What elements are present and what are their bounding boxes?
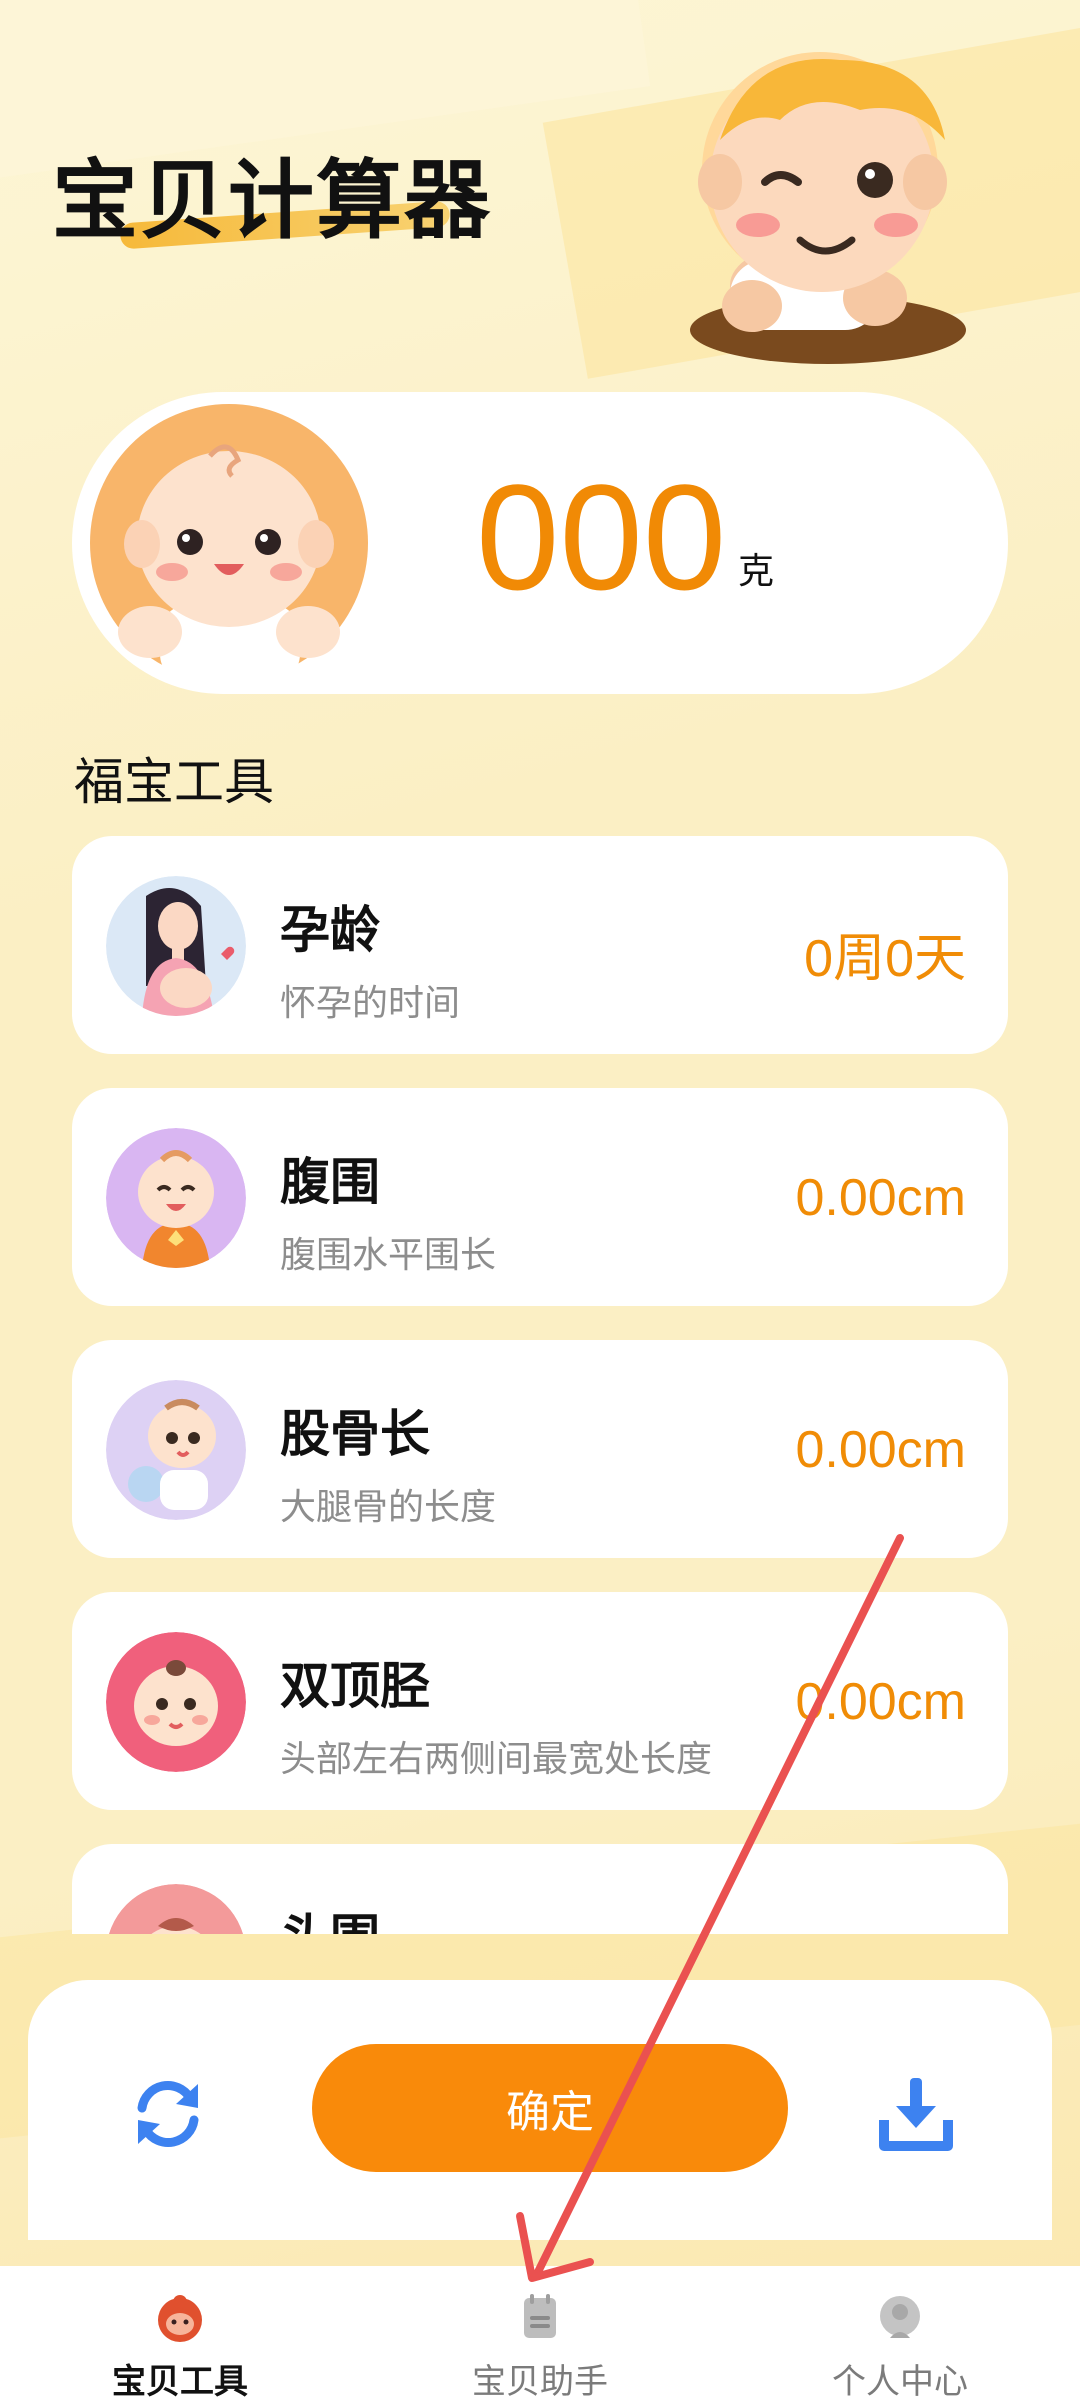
weight-card: 000 克 — [72, 392, 1008, 694]
tool-value[interactable]: 0.00cm — [795, 1420, 966, 1480]
baby-partial-icon — [108, 1884, 244, 1934]
tool-desc: 头部左右两侧间最宽处长度 — [280, 1739, 713, 1780]
tool-desc: 怀孕的时间 — [280, 983, 461, 1024]
tool-desc: 大腿骨的长度 — [280, 1487, 497, 1528]
tool-card-abdominal-circumference[interactable]: 腹围 腹围水平围长 0.00cm — [72, 1088, 1008, 1306]
tool-card-femur-length[interactable]: 股骨长 大腿骨的长度 0.00cm — [72, 1340, 1008, 1558]
tools-list[interactable]: 孕龄 怀孕的时间 0周0天 腹围 腹围水平围长 0.00cm 股骨长 大腿骨的长… — [72, 836, 1008, 1934]
tool-card-head-circumference[interactable]: 头围 — [72, 1844, 1008, 1934]
tool-name: 双顶胫 — [280, 1657, 430, 1715]
tool-name: 腹围 — [280, 1153, 380, 1211]
baby-face-icon — [158, 2295, 202, 2342]
weight-unit: 克 — [738, 551, 775, 592]
section-title: 福宝工具 — [74, 753, 274, 811]
bottom-tab-bar: 宝贝工具 宝贝助手 个人中心 — [0, 2266, 1080, 2408]
tool-value[interactable]: 0.00cm — [795, 1672, 966, 1732]
notebook-icon — [524, 2294, 556, 2338]
tab-baby-tools[interactable]: 宝贝工具 — [0, 2266, 360, 2408]
tool-name: 股骨长 — [280, 1405, 430, 1463]
baby-avatar-icon — [90, 404, 368, 682]
tab-baby-assistant[interactable]: 宝贝助手 — [360, 2266, 720, 2408]
baby-ball-icon — [106, 1380, 246, 1520]
person-icon — [880, 2296, 920, 2338]
mascot-baby-icon — [690, 52, 966, 364]
tool-value[interactable]: 0.00cm — [795, 1168, 966, 1228]
pregnant-woman-icon — [106, 876, 246, 1016]
baby-smile-icon — [106, 1128, 246, 1268]
confirm-button[interactable]: 确定 — [312, 2044, 788, 2172]
weight-value: 000 — [476, 453, 727, 621]
tab-label: 宝贝工具 — [112, 2362, 248, 2402]
tab-label: 个人中心 — [832, 2362, 968, 2402]
tool-card-gestational-age[interactable]: 孕龄 怀孕的时间 0周0天 — [72, 836, 1008, 1054]
tool-card-biparietal-diameter[interactable]: 双顶胫 头部左右两侧间最宽处长度 0.00cm — [72, 1592, 1008, 1810]
tab-personal-center[interactable]: 个人中心 — [720, 2266, 1080, 2408]
tool-name: 孕龄 — [280, 901, 380, 959]
tool-name: 头围 — [280, 1898, 380, 1934]
baby-head-icon — [106, 1632, 246, 1772]
tool-desc: 腹围水平围长 — [280, 1235, 497, 1276]
app-title: 宝贝计算器 — [52, 151, 492, 251]
tool-value[interactable]: 0周0天 — [804, 916, 966, 991]
action-panel: 确定 — [28, 1980, 1052, 2240]
refresh-icon[interactable] — [128, 2074, 208, 2154]
download-icon[interactable] — [874, 2072, 958, 2156]
tab-label: 宝贝助手 — [472, 2362, 608, 2402]
